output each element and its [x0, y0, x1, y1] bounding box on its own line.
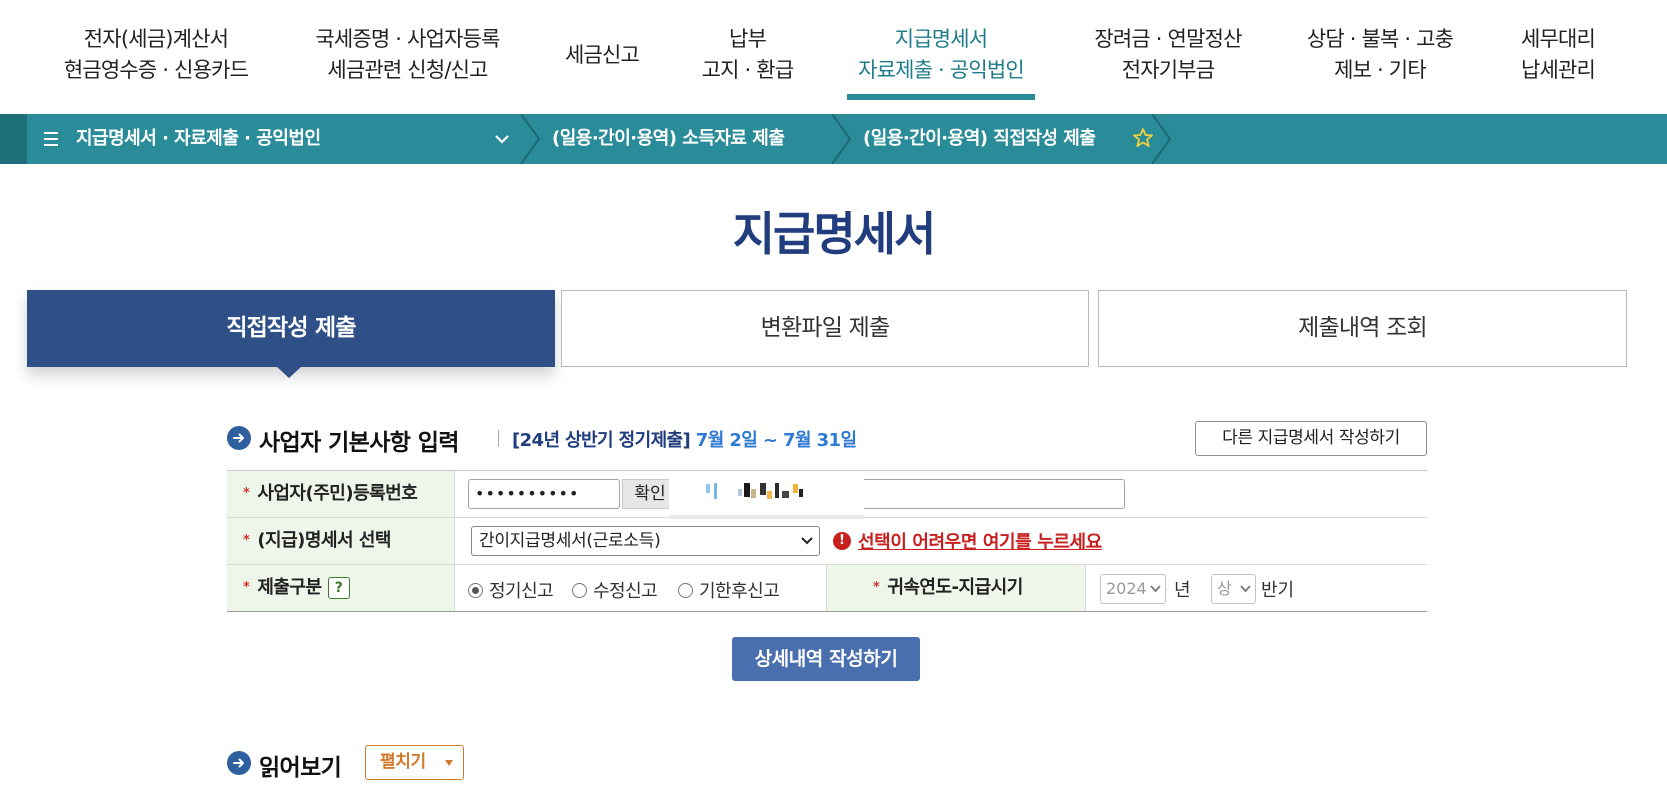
other-statement-button[interactable]: 다른 지급명세서 작성하기	[1195, 421, 1427, 456]
nav-item-statement[interactable]: 지급명세서 자료제출 · 공익법인	[847, 24, 1035, 86]
nav-item-line2: 납세관리	[1520, 58, 1596, 82]
statement-label: * (지급)명세서 선택	[227, 518, 455, 564]
breadcrumb-separator-icon	[1151, 114, 1172, 164]
radio-regular[interactable]: 정기신고	[468, 577, 554, 603]
breadcrumb-separator-icon	[831, 114, 852, 164]
section-divider	[498, 430, 499, 447]
form-row-statement: * (지급)명세서 선택 간이지급명세서(근로소득) ! 선택이 어려우면 여기를…	[227, 518, 1427, 565]
nav-item-line2: 현금영수증 · 신용카드	[63, 58, 249, 82]
radio-button-checked[interactable]	[468, 583, 483, 598]
half-select-value: 상	[1217, 579, 1232, 598]
breadcrumb-separator-icon	[520, 114, 541, 164]
section-title-read: 읽어보기	[259, 755, 342, 781]
radio-label: 수정신고	[593, 581, 658, 602]
hamburger-icon[interactable]	[44, 128, 60, 150]
tab-active-pointer	[276, 366, 302, 378]
biz-name-field[interactable]	[827, 479, 1125, 509]
tab-file-submit[interactable]: 변환파일 제출	[561, 290, 1089, 367]
year-unit: 년	[1174, 580, 1191, 601]
nav-item-line1: 전자(세금)계산서	[83, 27, 229, 51]
nav-item-payment[interactable]: 납부 고지 · 환급	[690, 24, 805, 86]
form-row-biz-no: * 사업자(주민)등록번호 •••••••••• 확인	[227, 471, 1427, 519]
section-period: [24년 상반기 정기제출] 7월 2일 ~ 7월 31일	[512, 426, 857, 452]
breadcrumb-edge	[0, 114, 27, 164]
nav-active-underline	[847, 94, 1035, 100]
biz-no-label: * 사업자(주민)등록번호	[227, 471, 455, 517]
masked-info	[669, 471, 864, 517]
chevron-down-icon	[1150, 585, 1161, 593]
radio-button[interactable]	[572, 583, 587, 598]
required-mark: *	[243, 486, 250, 501]
expand-button-label: 펼치기	[380, 752, 426, 772]
nav-item-line2: 고지 · 환급	[701, 58, 795, 82]
nav-item-line2: 전자기부금	[1121, 58, 1215, 82]
statement-label-text: (지급)명세서 선택	[257, 530, 391, 551]
nav-item-certificate[interactable]: 국세증명 · 사업자등록 세금관련 신청/신고	[300, 24, 515, 86]
required-mark: *	[243, 580, 250, 595]
nav-item-line2: 자료제출 · 공익법인	[858, 58, 1025, 82]
chevron-down-icon[interactable]	[492, 127, 512, 151]
biz-no-input[interactable]: ••••••••••	[468, 479, 620, 509]
half-unit: 반기	[1261, 580, 1295, 601]
breadcrumb-item-direct[interactable]: (일용·간이·용역) 직접작성 제출	[863, 114, 1096, 164]
period-label-cell: * 귀속연도-지급시기	[826, 565, 1086, 611]
nav-item-consult[interactable]: 상담 · 불복 · 고충 제보 · 기타	[1295, 24, 1465, 86]
period-label-text: 귀속연도-지급시기	[887, 577, 1023, 598]
submit-type-label: * 제출구분?	[227, 565, 455, 611]
arrow-circle-icon	[227, 426, 251, 450]
expand-button[interactable]: 펼치기	[365, 745, 464, 780]
warning-icon: !	[833, 532, 851, 550]
form-row-submit-type: * 제출구분? 정기신고 수정신고 기한후신고 * 귀속연도-지급시기 2024 년…	[227, 565, 1427, 612]
top-navigation: 전자(세금)계산서 현금영수증 · 신용카드 국세증명 · 사업자등록 세금관련…	[0, 0, 1667, 114]
year-select-value: 2024	[1106, 579, 1147, 598]
nav-item-line1: 지급명세서	[894, 27, 988, 51]
period-dates: 7월 2일 ~ 7월 31일	[695, 430, 857, 451]
nav-item-tax-filing[interactable]: 세금신고	[553, 40, 651, 71]
chevron-down-icon	[801, 537, 813, 545]
required-mark: *	[243, 533, 250, 548]
year-select[interactable]: 2024	[1100, 574, 1166, 604]
nav-item-line2: 세금관련 신청/신고	[327, 58, 488, 82]
submit-type-label-text: 제출구분	[257, 577, 322, 598]
tab-direct-submit[interactable]: 직접작성 제출	[27, 290, 555, 367]
nav-item-incentive[interactable]: 장려금 · 연말정산 전자기부금	[1080, 24, 1256, 86]
breadcrumb-item-income[interactable]: (일용·간이·용역) 소득자료 제출	[552, 114, 785, 164]
section-title-basic: 사업자 기본사항 입력	[259, 430, 459, 456]
radio-button[interactable]	[678, 583, 693, 598]
help-icon[interactable]: ?	[327, 577, 350, 599]
nav-item-line2: 제보 · 기타	[1334, 58, 1427, 82]
caret-down-icon	[445, 760, 453, 766]
nav-item-line1: 납부	[728, 27, 767, 51]
statement-select-value: 간이지급명세서(근로소득)	[479, 531, 661, 551]
radio-label: 정기신고	[489, 581, 554, 602]
help-select-link[interactable]: 선택이 어려우면 여기를 누르세요	[858, 528, 1102, 554]
nav-item-line1: 장려금 · 연말정산	[1094, 27, 1242, 51]
nav-item-line1: 상담 · 불복 · 고충	[1306, 27, 1454, 51]
write-detail-button[interactable]: 상세내역 작성하기	[732, 637, 920, 681]
nav-item-tax-agent[interactable]: 세무대리 납세관리	[1508, 24, 1608, 86]
chevron-down-icon	[1240, 585, 1251, 593]
radio-amended[interactable]: 수정신고	[572, 577, 658, 603]
period-label: [24년 상반기 정기제출]	[512, 430, 691, 451]
biz-no-label-text: 사업자(주민)등록번호	[257, 483, 418, 504]
nav-item-line1: 세금신고	[564, 43, 640, 67]
nav-item-einvoice[interactable]: 전자(세금)계산서 현금영수증 · 신용카드	[56, 24, 256, 86]
nav-item-line1: 국세증명 · 사업자등록	[315, 27, 500, 51]
half-select[interactable]: 상	[1211, 574, 1256, 604]
page-title: 지급명세서	[732, 207, 937, 261]
tab-submit-history[interactable]: 제출내역 조회	[1098, 290, 1627, 367]
radio-late[interactable]: 기한후신고	[678, 577, 780, 603]
breadcrumb: 지급명세서 · 자료제출 · 공익법인 (일용·간이·용역) 소득자료 제출 (…	[0, 114, 1667, 164]
required-mark: *	[873, 580, 880, 595]
nav-item-line1: 세무대리	[1520, 27, 1596, 51]
arrow-circle-icon	[227, 751, 251, 775]
radio-label: 기한후신고	[699, 581, 780, 602]
statement-select[interactable]: 간이지급명세서(근로소득)	[471, 526, 820, 556]
breadcrumb-item-statement[interactable]: 지급명세서 · 자료제출 · 공익법인	[76, 114, 321, 164]
